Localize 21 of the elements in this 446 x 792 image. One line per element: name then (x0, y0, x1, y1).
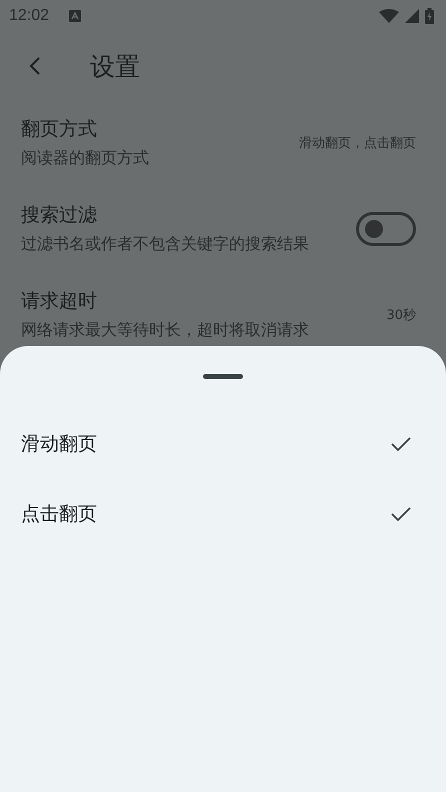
back-icon[interactable] (29, 56, 41, 76)
status-time: 12:02 (9, 7, 50, 25)
toggle-switch[interactable] (356, 212, 416, 246)
setting-title: 搜索过滤 (21, 203, 98, 228)
option-label: 点击翻页 (21, 502, 97, 527)
option-label: 滑动翻页 (21, 432, 97, 457)
option-item[interactable]: 点击翻页 (0, 479, 446, 549)
setting-description: 过滤书名或作者不包含关键字的搜索结果 (21, 233, 310, 255)
wifi-icon (379, 9, 399, 23)
setting-value: 30秒 (386, 307, 416, 324)
setting-description: 阅读器的翻页方式 (21, 147, 150, 169)
setting-title: 请求超时 (21, 289, 98, 314)
signal-icon (405, 9, 419, 23)
battery-icon (425, 8, 434, 24)
setting-title: 翻页方式 (21, 117, 98, 142)
setting-description: 网络请求最大等待时长，超时将取消请求 (21, 319, 310, 341)
page-title: 设置 (90, 50, 140, 82)
setting-value: 滑动翻页，点击翻页 (299, 135, 416, 152)
notification-icon (69, 10, 82, 22)
option-item[interactable]: 滑动翻页 (0, 409, 446, 479)
drag-handle[interactable] (203, 374, 243, 379)
